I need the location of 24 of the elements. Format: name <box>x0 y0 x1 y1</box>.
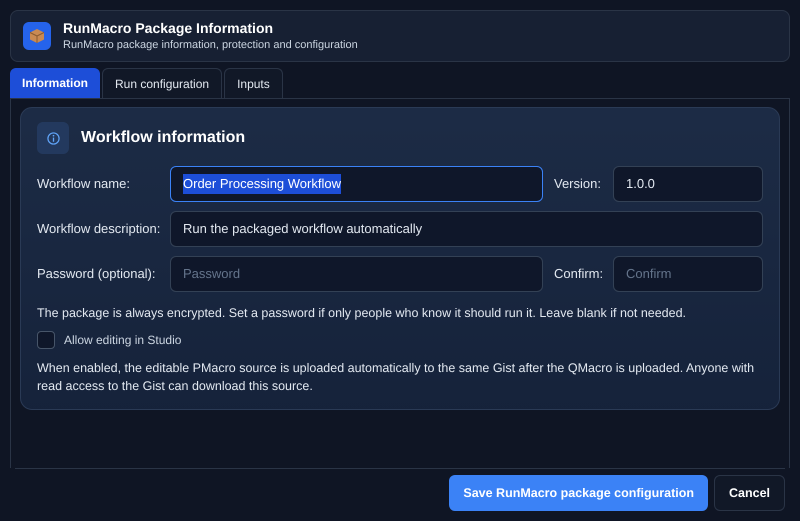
input-field[interactable]: Confirm <box>613 256 763 292</box>
field-label: Confirm: <box>554 265 604 284</box>
checkbox[interactable] <box>37 330 55 349</box>
input-field[interactable]: Run the packaged workflow automatically <box>170 211 763 247</box>
field-label: Version: <box>554 175 602 194</box>
header-title: RunMacro Package Information <box>63 19 274 37</box>
tab[interactable]: Information <box>10 68 100 98</box>
checkbox-label: Allow editing in Studio <box>64 332 182 349</box>
field-label: Workflow name: <box>37 175 131 194</box>
field-label: Workflow description: <box>37 220 162 238</box>
input-field[interactable]: 1.0.0 <box>613 166 763 202</box>
tab[interactable]: Inputs <box>224 68 283 98</box>
cancel-button[interactable]: Cancel <box>714 475 785 511</box>
encryption-note: The package is always encrypted. Set a password if only people who know it should run it. Leave blank if not needed. <box>37 305 687 322</box>
info-icon <box>37 122 69 154</box>
input-field[interactable]: Order Processing Workflow <box>170 166 543 202</box>
header-subtitle: RunMacro package information, protection and configuration <box>63 38 358 53</box>
help-text: When enabled, the editable PMacro source is uploaded automatically to the same Gist after the QMacro is uploaded. Anyone with read access to the Gist can download this source. <box>37 360 756 395</box>
tab[interactable]: Run configuration <box>102 68 222 98</box>
field-label: Password (optional): <box>37 265 156 284</box>
package-icon <box>23 22 51 50</box>
section-title: Workflow information <box>81 128 246 148</box>
input-field[interactable]: Password <box>170 256 543 292</box>
save-button[interactable]: Save RunMacro package configuration <box>449 475 708 511</box>
